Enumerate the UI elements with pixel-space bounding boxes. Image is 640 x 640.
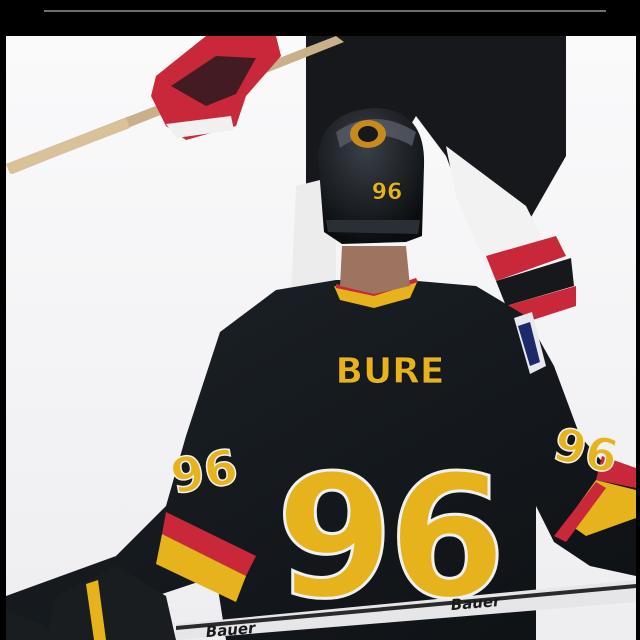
helmet-number: 96: [372, 180, 403, 205]
helmet: [318, 108, 425, 244]
letterbox-line: [44, 10, 606, 12]
neck: [340, 246, 410, 294]
jersey-name: BURE: [336, 351, 445, 392]
video-frame: BURE 96 96 96 96 Bauer Bauer: [0, 0, 640, 640]
photo-canvas: BURE 96 96 96 96 Bauer Bauer: [6, 36, 636, 640]
hockey-photo: BURE 96 96 96 96 Bauer Bauer: [6, 36, 636, 640]
left-sleeve-number: 96: [166, 439, 242, 506]
stick-brand-left: Bauer: [205, 619, 258, 640]
